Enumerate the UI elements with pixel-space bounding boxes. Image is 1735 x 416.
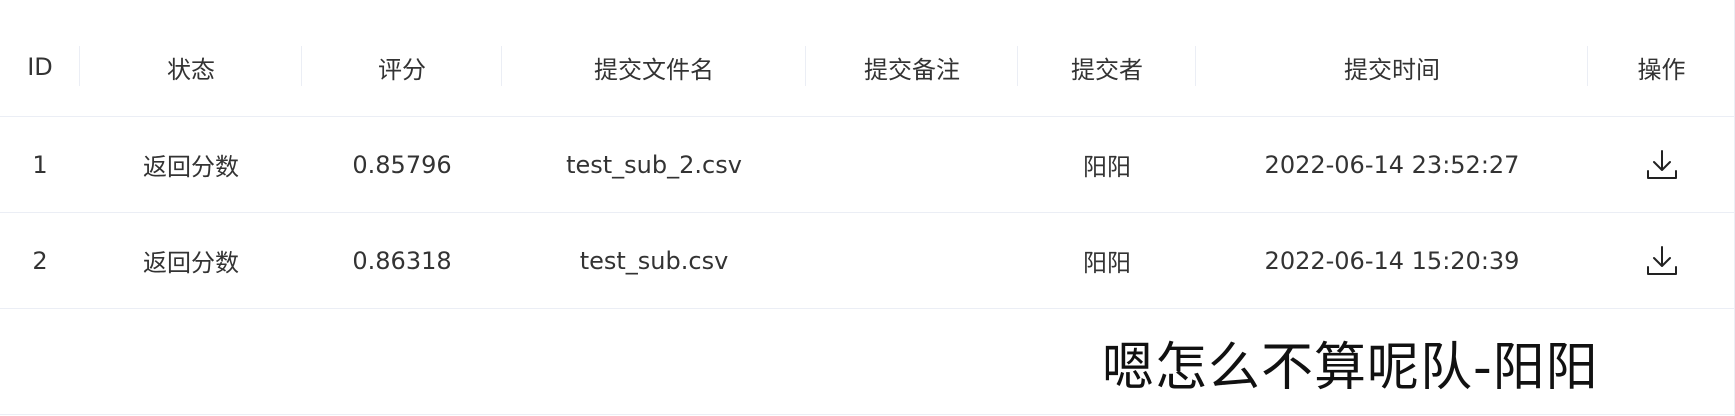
cell-submit-time: 2022-06-14 23:52:27 [1264, 150, 1520, 179]
bottom-divider [0, 414, 1735, 415]
cell-submitter: 阳阳 [1083, 249, 1131, 277]
cell-submitter: 阳阳 [1083, 153, 1131, 181]
header-note: 提交备注 [806, 18, 1018, 116]
header-id: ID [0, 18, 80, 116]
cell-id: 1 [32, 150, 48, 179]
cell-status: 返回分数 [143, 249, 239, 277]
header-actions: 操作 [1637, 55, 1686, 84]
cell-score: 0.85796 [352, 150, 452, 179]
table-row: 1 返回分数 0.85796 test_sub_2.csv 阳阳 2022-06… [0, 117, 1735, 213]
download-icon[interactable] [1642, 241, 1682, 281]
team-caption: 嗯怎么不算呢队-阳阳 [1102, 338, 1599, 398]
cell-status: 返回分数 [143, 153, 239, 181]
header-file-name: 提交文件名 [502, 18, 806, 116]
cell-submit-time: 2022-06-14 15:20:39 [1264, 246, 1520, 275]
cell-file-name: test_sub.csv [579, 246, 729, 275]
cell-actions [1588, 213, 1735, 308]
cell-note [806, 117, 1018, 212]
cell-actions [1588, 117, 1735, 212]
cell-id: 2 [32, 246, 48, 275]
header-submit-time: 提交时间 [1196, 18, 1588, 116]
table-row: 2 返回分数 0.86318 test_sub.csv 阳阳 2022-06-1… [0, 213, 1735, 309]
cell-score: 0.86318 [352, 246, 452, 275]
header-submitter: 提交者 [1018, 18, 1196, 116]
table-header-row: ID 状态 评分 提交文件名 提交备注 提交者 提交时间 操作 [0, 18, 1735, 117]
header-score: 评分 [302, 18, 502, 116]
cell-note [806, 213, 1018, 308]
download-icon[interactable] [1642, 145, 1682, 185]
submission-table: ID 状态 评分 提交文件名 提交备注 提交者 提交时间 操作 1 返回分数 0… [0, 18, 1735, 309]
cell-file-name: test_sub_2.csv [566, 150, 742, 179]
header-status: 状态 [80, 18, 302, 116]
